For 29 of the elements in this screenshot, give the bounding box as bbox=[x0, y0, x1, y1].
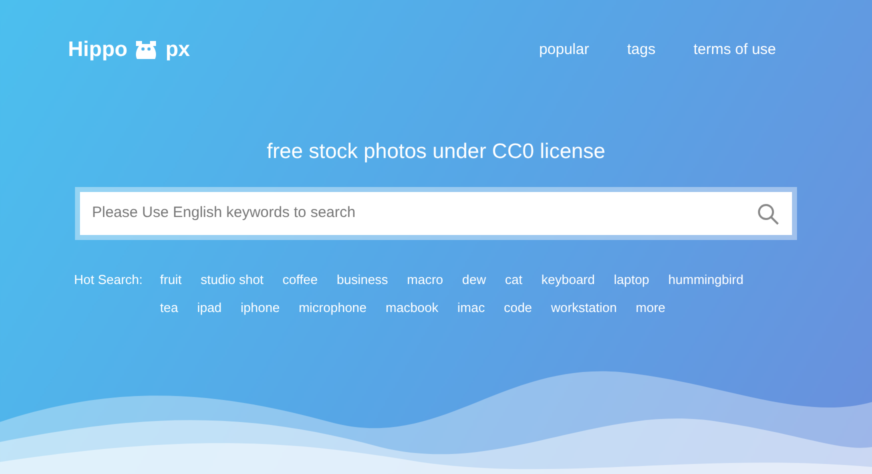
tag-link[interactable]: coffee bbox=[282, 270, 318, 290]
nav-link[interactable]: terms of use bbox=[693, 38, 776, 61]
headline: free stock photos under CC0 license bbox=[266, 138, 606, 164]
tag-link[interactable]: workstation bbox=[551, 298, 617, 317]
hot-search-label: Hot Search: bbox=[74, 271, 144, 289]
logo-text[interactable]: px bbox=[165, 34, 190, 66]
tag-link[interactable]: business bbox=[336, 270, 388, 290]
tag-link[interactable]: hummingbird bbox=[668, 270, 744, 290]
tag-link[interactable]: imac bbox=[457, 298, 485, 317]
nav-link[interactable]: tags bbox=[627, 38, 656, 61]
tag-link[interactable]: fruit bbox=[160, 270, 182, 290]
tag-link[interactable]: studio shot bbox=[200, 270, 264, 290]
tag-link[interactable]: keyboard bbox=[541, 270, 595, 290]
tag-link[interactable]: microphone bbox=[298, 298, 367, 317]
search-field[interactable]: Please Use English keywords to search bbox=[80, 192, 792, 235]
search-icon[interactable] bbox=[756, 202, 780, 226]
logo-text[interactable]: Hippo bbox=[68, 34, 128, 66]
tag-link[interactable]: laptop bbox=[614, 270, 650, 290]
tag-link[interactable]: macro bbox=[407, 270, 444, 290]
search-input[interactable]: Please Use English keywords to search bbox=[92, 202, 756, 225]
tag-link[interactable]: ipad bbox=[197, 298, 222, 317]
tag-link[interactable]: macbook bbox=[386, 298, 438, 317]
tag-link[interactable]: cat bbox=[505, 270, 522, 290]
tag-link[interactable]: more bbox=[636, 298, 666, 317]
tag-link[interactable]: iphone bbox=[240, 298, 280, 317]
tag-link[interactable]: tea bbox=[160, 298, 178, 317]
tag-link[interactable]: code bbox=[504, 298, 532, 317]
tag-link[interactable]: dew bbox=[462, 270, 486, 290]
nav-link[interactable]: popular bbox=[539, 38, 590, 61]
